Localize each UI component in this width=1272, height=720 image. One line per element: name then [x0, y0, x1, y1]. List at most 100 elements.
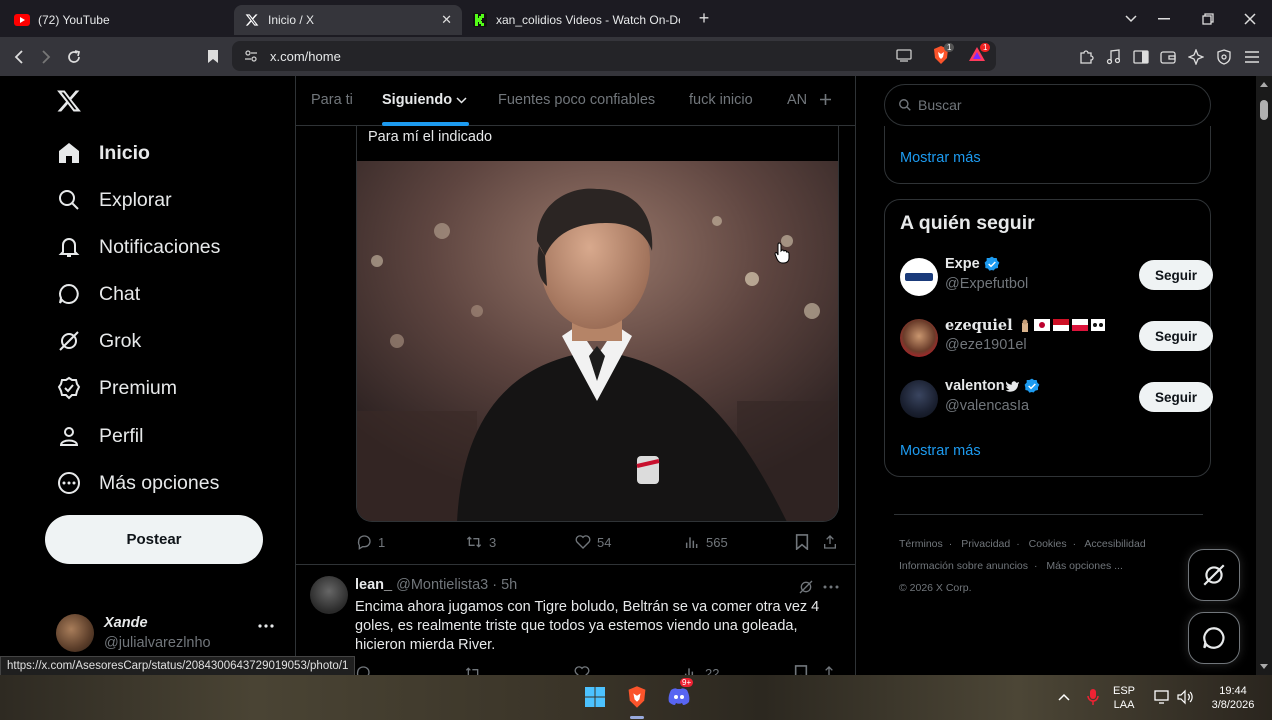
add-tab-icon[interactable]	[819, 93, 832, 106]
nav-perfil[interactable]: Perfil	[56, 416, 143, 456]
more-icon[interactable]	[258, 624, 274, 628]
x-logo-icon[interactable]	[56, 88, 82, 114]
account-switcher[interactable]: Xande @julialvarezlnho	[56, 610, 286, 660]
kick-icon	[472, 12, 488, 28]
grok-fab-button[interactable]	[1188, 549, 1240, 601]
tab-fuck-inicio[interactable]: fuck inicio	[689, 92, 753, 108]
grok-icon	[56, 328, 82, 354]
nav-grok[interactable]: Grok	[56, 321, 141, 361]
follow-suggestion[interactable]: Expe @Expefutbol Seguir	[900, 256, 1213, 300]
share-icon[interactable]	[821, 665, 837, 675]
bookmark-button[interactable]	[795, 534, 809, 550]
post-button[interactable]: Postear	[45, 515, 263, 564]
like-button[interactable]: 54	[575, 534, 611, 550]
views-button[interactable]: 565	[684, 534, 728, 550]
back-button[interactable]	[5, 43, 33, 71]
author-name[interactable]: lean_	[355, 577, 392, 593]
close-tab-icon[interactable]: ✕	[441, 12, 452, 28]
close-window-button[interactable]	[1228, 0, 1272, 37]
brave-shields-icon[interactable]: 1	[932, 43, 955, 67]
tweet-photo[interactable]	[357, 161, 838, 521]
scroll-down-icon[interactable]	[1260, 664, 1268, 670]
tweet-time[interactable]: · 5h	[492, 577, 517, 593]
more-icon[interactable]	[823, 585, 839, 589]
bookmark-icon[interactable]	[794, 665, 808, 675]
tab-siguiendo[interactable]: Siguiendo	[382, 92, 452, 108]
tab-kick[interactable]: xan_colidios Videos - Watch On-Dem	[462, 5, 690, 35]
bell-icon	[56, 234, 82, 260]
input-language[interactable]: ESP LAA	[1113, 684, 1135, 712]
show-more-link[interactable]: Mostrar más	[900, 150, 981, 166]
sidebar-toggle-icon[interactable]	[1127, 43, 1155, 71]
show-more-link[interactable]: Mostrar más	[900, 443, 981, 459]
footer-link[interactable]: Más opciones ...	[1046, 560, 1122, 572]
tab-para-ti[interactable]: Para ti	[311, 92, 353, 108]
nav-chat[interactable]: Chat	[56, 274, 140, 314]
restore-button[interactable]	[1186, 0, 1230, 37]
page-scrollbar[interactable]	[1256, 76, 1272, 675]
site-info-icon[interactable]	[244, 49, 258, 63]
search-input[interactable]: Buscar	[884, 84, 1211, 126]
cast-icon[interactable]	[896, 48, 912, 62]
media-icon[interactable]	[1099, 43, 1127, 71]
leo-ai-icon[interactable]	[1182, 43, 1210, 71]
retweet-icon[interactable]	[464, 665, 482, 675]
tweet[interactable]: lean_ @Montielista3 · 5h Encima ahora ju…	[296, 565, 855, 675]
new-tab-button[interactable]: +	[690, 5, 718, 33]
footer-link[interactable]: Accesibilidad	[1084, 538, 1145, 550]
volume-icon[interactable]	[1172, 684, 1198, 710]
share-button[interactable]	[822, 534, 838, 550]
vpn-shield-icon[interactable]	[1210, 43, 1238, 71]
footer-link[interactable]: Cookies	[1029, 538, 1067, 550]
nav-explorar[interactable]: Explorar	[56, 180, 172, 220]
quoted-tweet[interactable]: Para mí el indicado	[356, 126, 839, 522]
follow-suggestion[interactable]: ezequiel @eze1901el Seguir	[900, 317, 1213, 361]
chevron-down-icon[interactable]	[456, 97, 467, 104]
minimize-button[interactable]	[1142, 0, 1186, 37]
wallet-icon[interactable]	[1154, 43, 1182, 71]
forward-button[interactable]	[32, 43, 60, 71]
author-handle[interactable]: @Montielista3	[396, 577, 488, 593]
follow-button[interactable]: Seguir	[1139, 260, 1213, 290]
discord-taskbar-icon[interactable]: 9+	[666, 678, 694, 710]
chat-fab-button[interactable]	[1188, 612, 1240, 664]
tab-x-home[interactable]: Inicio / X ✕	[234, 4, 462, 35]
tab-an[interactable]: AN	[787, 92, 807, 108]
scroll-thumb[interactable]	[1260, 100, 1268, 120]
extensions-icon[interactable]	[1072, 43, 1100, 71]
nav-notificaciones[interactable]: Notificaciones	[56, 227, 220, 267]
chevron-up-icon[interactable]	[1051, 684, 1077, 710]
clock[interactable]: 19:44 3/8/2026	[1205, 684, 1261, 712]
menu-icon[interactable]	[1238, 43, 1266, 71]
nav-inicio[interactable]: Inicio	[56, 133, 150, 173]
reload-button[interactable]	[60, 43, 88, 71]
follow-button[interactable]: Seguir	[1139, 321, 1213, 351]
avatar[interactable]	[310, 576, 348, 614]
follow-button[interactable]: Seguir	[1139, 382, 1213, 412]
reply-icon[interactable]	[355, 665, 371, 675]
flag-icon	[1052, 318, 1069, 331]
tab-youtube[interactable]: (72) YouTube	[4, 5, 234, 35]
nav-premium[interactable]: Premium	[56, 368, 177, 408]
nav-mas-opciones[interactable]: Más opciones	[56, 463, 219, 503]
views-button[interactable]: 22	[683, 665, 719, 675]
reply-button[interactable]: 1	[356, 534, 385, 550]
nav-label: Inicio	[99, 141, 150, 164]
address-bar[interactable]: x.com/home 1 1	[232, 41, 996, 71]
grok-icon[interactable]	[798, 579, 814, 595]
heart-icon[interactable]	[574, 665, 590, 675]
retweet-button[interactable]: 3	[465, 534, 496, 550]
brave-rewards-icon[interactable]: 1	[968, 43, 991, 67]
scroll-up-icon[interactable]	[1260, 81, 1268, 87]
microphone-icon[interactable]	[1080, 684, 1106, 710]
footer-link[interactable]: Privacidad	[961, 538, 1010, 550]
footer-link[interactable]: Información sobre anuncios	[899, 560, 1028, 572]
bookmark-icon[interactable]	[199, 43, 227, 71]
windows-start-icon[interactable]	[582, 684, 608, 710]
footer-link[interactable]: Términos	[899, 538, 943, 550]
brave-taskbar-icon[interactable]	[624, 684, 650, 710]
follow-suggestion[interactable]: valenton @valencasIa Seguir	[900, 378, 1213, 422]
browser-toolbar: x.com/home 1 1	[0, 37, 1272, 76]
tab-fuentes-poco-confiables[interactable]: Fuentes poco confiables	[498, 92, 655, 108]
profile-handle: @julialvarezlnho	[104, 635, 211, 651]
